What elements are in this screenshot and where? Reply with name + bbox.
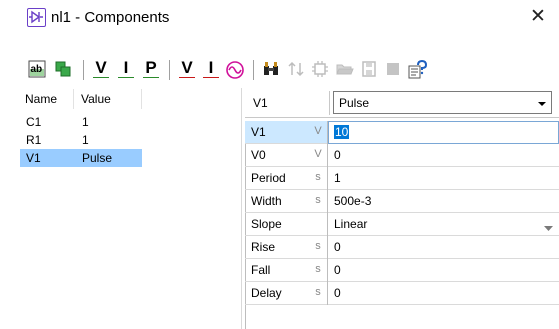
stop-icon[interactable]: [382, 58, 404, 82]
column-divider: [327, 213, 328, 236]
property-row-slope[interactable]: Slope Linear: [245, 213, 559, 236]
property-row-v1[interactable]: V1 V 10: [245, 121, 559, 144]
column-divider: [329, 91, 330, 115]
property-value[interactable]: 500e-3: [334, 194, 371, 208]
property-value[interactable]: 0: [334, 240, 341, 254]
property-value-editor[interactable]: [328, 121, 559, 144]
property-unit: s: [315, 286, 321, 298]
property-unit: V: [314, 148, 322, 160]
green-components-icon[interactable]: [52, 58, 74, 82]
property-unit: V: [314, 125, 322, 137]
column-divider[interactable]: [141, 89, 142, 109]
property-name: Delay: [251, 286, 282, 300]
source-marker: [203, 77, 219, 80]
source-type-value: Pulse: [339, 96, 370, 110]
toolbar: ab V I P V I: [0, 56, 559, 86]
column-divider: [327, 190, 328, 213]
column-header-value[interactable]: Value: [81, 92, 111, 106]
chevron-down-icon[interactable]: [544, 221, 553, 235]
current-probe-icon[interactable]: I: [115, 58, 137, 82]
chip-icon[interactable]: [309, 58, 331, 82]
component-value: Pulse: [82, 151, 113, 165]
column-divider: [327, 167, 328, 190]
property-grid: V1 Pulse V1 V 10 V0 V 0 Period s 1 Width…: [245, 88, 559, 329]
property-name: V1: [251, 125, 266, 139]
property-row-period[interactable]: Period s 1: [245, 167, 559, 190]
property-unit: s: [315, 171, 321, 183]
property-value[interactable]: 1: [334, 171, 341, 185]
window-title: nl1 - Components: [51, 9, 170, 26]
property-unit: s: [315, 194, 321, 206]
chevron-down-icon: [537, 98, 547, 112]
probe-marker: [143, 77, 159, 80]
property-name: Rise: [251, 240, 276, 254]
property-value-input[interactable]: 10: [334, 125, 350, 139]
component-list: Name Value C1 1 R1 1 V1 Pulse: [20, 88, 242, 329]
property-name: Fall: [251, 263, 271, 277]
property-value[interactable]: 0: [334, 148, 341, 162]
selected-component-name: V1: [253, 96, 268, 110]
slope-select-value[interactable]: Linear: [334, 217, 367, 231]
property-row-width[interactable]: Width s 500e-3: [245, 190, 559, 213]
component-name: V1: [26, 151, 41, 165]
voltage-probe-icon[interactable]: V: [90, 58, 112, 82]
voltage-source-icon[interactable]: V: [176, 58, 198, 82]
close-button[interactable]: ✕: [520, 2, 556, 32]
source-type-select[interactable]: Pulse: [333, 91, 552, 114]
app-icon: [27, 8, 46, 27]
property-header: V1 Pulse: [245, 88, 559, 118]
power-probe-label: P: [145, 58, 157, 77]
property-row-v0[interactable]: V0 V 0: [245, 144, 559, 167]
source-marker: [179, 77, 195, 80]
property-row-rise[interactable]: Rise s 0: [245, 236, 559, 259]
folder-open-icon[interactable]: [334, 58, 356, 82]
component-name: R1: [26, 133, 42, 147]
component-value: 1: [82, 133, 89, 147]
title-bar: nl1 - Components ✕: [0, 0, 559, 50]
voltage-probe-label: V: [95, 58, 107, 77]
power-probe-icon[interactable]: P: [140, 58, 162, 82]
current-probe-label: I: [123, 58, 129, 77]
component-value: 1: [82, 115, 89, 129]
property-unit: s: [315, 240, 321, 252]
list-item-selected[interactable]: V1 Pulse: [20, 149, 242, 167]
sort-icon[interactable]: [285, 58, 307, 82]
column-divider: [327, 259, 328, 282]
sine-source-icon[interactable]: [224, 58, 246, 82]
property-row-fall[interactable]: Fall s 0: [245, 259, 559, 282]
binoculars-icon[interactable]: [260, 58, 282, 82]
property-name: V0: [251, 148, 266, 162]
current-source-icon[interactable]: I: [200, 58, 222, 82]
current-source-label: I: [208, 58, 214, 77]
toolbar-separator: [169, 60, 170, 80]
column-header-name[interactable]: Name: [25, 92, 57, 106]
column-divider: [327, 144, 328, 167]
help-icon[interactable]: [406, 58, 428, 82]
list-item[interactable]: R1 1: [20, 131, 242, 149]
property-value[interactable]: 0: [334, 286, 341, 300]
property-unit: s: [315, 263, 321, 275]
property-name: Period: [251, 171, 286, 185]
list-item[interactable]: C1 1: [20, 113, 242, 131]
component-name: C1: [26, 115, 42, 129]
svg-text:ab: ab: [31, 64, 43, 75]
toolbar-separator: [253, 60, 254, 80]
component-list-header: Name Value: [20, 88, 242, 110]
save-icon[interactable]: [358, 58, 380, 82]
property-name: Slope: [251, 217, 282, 231]
ab-rename-icon[interactable]: ab: [26, 58, 48, 82]
column-divider[interactable]: [73, 89, 74, 109]
probe-marker: [118, 77, 134, 80]
column-divider: [327, 282, 328, 305]
property-name: Width: [251, 194, 282, 208]
voltage-source-label: V: [181, 58, 193, 77]
probe-marker: [93, 77, 109, 80]
toolbar-separator: [83, 60, 84, 80]
property-value[interactable]: 0: [334, 263, 341, 277]
property-row-delay[interactable]: Delay s 0: [245, 282, 559, 305]
column-divider: [327, 236, 328, 259]
